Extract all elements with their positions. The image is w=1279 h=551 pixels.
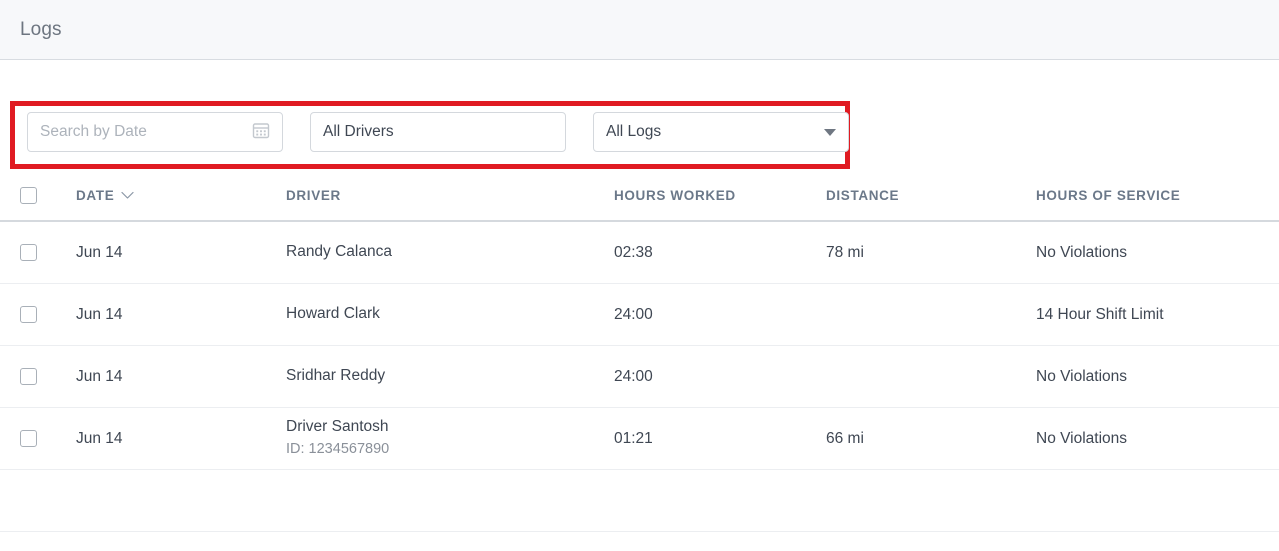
cell-date: Jun 14 (76, 367, 123, 385)
page-title: Logs (20, 18, 62, 40)
column-header-hours-worked-label: HOURS WORKED (614, 187, 736, 203)
cell-distance: 78 mi (826, 243, 864, 261)
row-select-cell (0, 346, 76, 408)
log-type-dropdown[interactable]: All Logs (593, 112, 849, 152)
table-row[interactable]: Jun 14 Sridhar Reddy 24:00 No Violations (0, 346, 1279, 408)
cell-distance (826, 346, 1036, 408)
column-header-date-label: DATE (76, 187, 115, 203)
caret-down-icon[interactable] (824, 128, 836, 136)
cell-hours-worked: 01:21 (614, 429, 653, 447)
driver-filter-input[interactable]: All Drivers (310, 112, 566, 152)
row-select-cell (0, 470, 76, 532)
cell-driver (286, 470, 614, 532)
cell-hours-worked: 24:00 (614, 305, 653, 323)
select-all-header (0, 170, 76, 221)
chevron-down-icon[interactable] (121, 188, 134, 203)
logs-table: DATE DRIVER HOURS WORKED DISTANCE HOURS (0, 170, 1279, 532)
cell-date (76, 470, 286, 532)
page-header: Logs (0, 0, 1279, 60)
calendar-icon[interactable] (252, 121, 270, 144)
column-header-driver-label: DRIVER (286, 187, 341, 203)
cell-distance (826, 470, 1036, 532)
table-row[interactable]: Jun 14 Howard Clark 24:00 14 Hour Shift … (0, 284, 1279, 346)
driver-id: ID: 1234567890 (286, 440, 390, 457)
search-by-date-placeholder: Search by Date (40, 123, 147, 140)
cell-hours-of-service: No Violations (1036, 367, 1128, 385)
cell-hours-worked: 02:38 (614, 243, 653, 261)
cell-date: Jun 14 (76, 305, 123, 323)
table-row[interactable]: Jun 14 Driver Santosh ID: 1234567890 01:… (0, 408, 1279, 470)
column-header-driver[interactable]: DRIVER (286, 170, 614, 221)
column-header-hours-worked[interactable]: HOURS WORKED (614, 170, 826, 221)
cell-distance: 66 mi (826, 429, 864, 447)
table-row[interactable]: Jun 14 Randy Calanca 02:38 78 mi No Viol… (0, 221, 1279, 284)
driver-name: Howard Clark (286, 305, 380, 323)
row-checkbox[interactable] (20, 244, 37, 261)
cell-hours-of-service (1036, 470, 1279, 532)
select-all-checkbox[interactable] (20, 186, 37, 204)
cell-hours-worked: 24:00 (614, 367, 653, 385)
driver-filter-value: All Drivers (323, 123, 394, 140)
cell-date: Jun 14 (76, 429, 123, 447)
column-header-distance-label: DISTANCE (826, 187, 900, 203)
cell-distance (826, 284, 1036, 346)
cell-hours-of-service: No Violations (1036, 429, 1128, 447)
cell-hours-worked (614, 470, 826, 532)
cell-hours-of-service: 14 Hour Shift Limit (1036, 305, 1164, 323)
search-by-date-input[interactable]: Search by Date (27, 112, 283, 152)
cell-date: Jun 14 (76, 243, 123, 261)
driver-name: Sridhar Reddy (286, 367, 386, 385)
row-checkbox[interactable] (20, 430, 37, 447)
table-body: Jun 14 Randy Calanca 02:38 78 mi No Viol… (0, 221, 1279, 532)
cell-hours-of-service: No Violations (1036, 243, 1128, 261)
cell-driver: Randy Calanca (286, 221, 614, 284)
driver-name: Randy Calanca (286, 243, 392, 261)
column-header-hours-of-service[interactable]: HOURS OF SERVICE (1036, 170, 1279, 221)
row-checkbox[interactable] (20, 306, 37, 323)
row-select-cell (0, 408, 76, 470)
column-header-hours-of-service-label: HOURS OF SERVICE (1036, 187, 1181, 203)
driver-name: Driver Santosh (286, 418, 389, 436)
table-row-partial (0, 470, 1279, 532)
row-checkbox[interactable] (20, 368, 37, 385)
row-select-cell (0, 284, 76, 346)
table-header-row: DATE DRIVER HOURS WORKED DISTANCE HOURS (0, 170, 1279, 221)
row-select-cell (0, 221, 76, 284)
column-header-distance[interactable]: DISTANCE (826, 170, 1036, 221)
log-type-value: All Logs (606, 123, 662, 140)
table-header: DATE DRIVER HOURS WORKED DISTANCE HOURS (0, 170, 1279, 221)
cell-driver: Howard Clark (286, 284, 614, 346)
cell-driver: Sridhar Reddy (286, 346, 614, 408)
cell-driver: Driver Santosh ID: 1234567890 (286, 408, 614, 470)
filter-controls: Search by Date All Drivers All Logs (27, 112, 849, 152)
filter-bar: Search by Date All Drivers All Logs (0, 60, 1279, 170)
column-header-date[interactable]: DATE (76, 170, 286, 221)
